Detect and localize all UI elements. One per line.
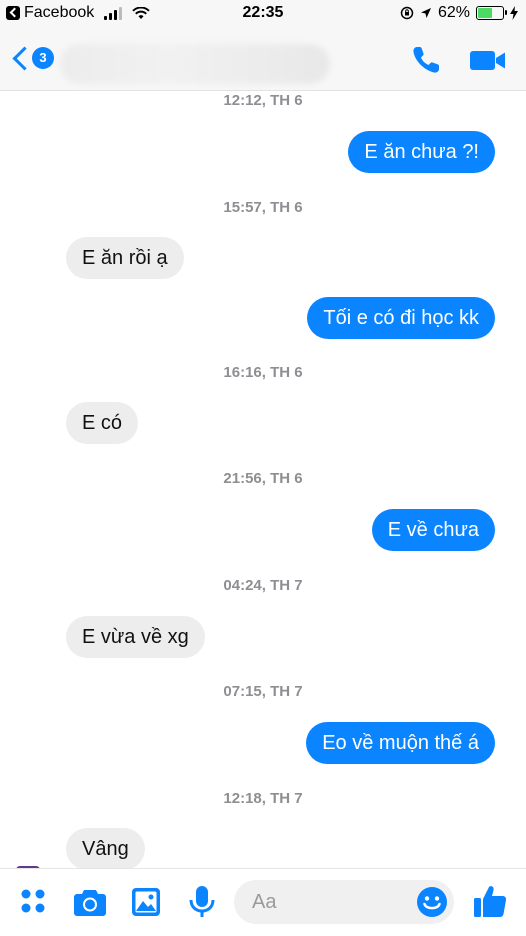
message-thread[interactable]: 12:12, TH 6 E ăn chưa ?! 15:57, TH 6 E ă… <box>0 90 526 868</box>
rotation-lock-icon <box>400 6 414 20</box>
camera-icon[interactable] <box>73 887 107 917</box>
unread-count-badge: 3 <box>32 47 54 69</box>
phone-call-icon[interactable] <box>410 44 442 76</box>
message-timestamp: 07:15, TH 7 <box>223 683 303 700</box>
battery-fill <box>478 8 492 18</box>
back-button[interactable]: 3 <box>10 44 58 76</box>
incoming-message[interactable]: E ăn rồi ạ <box>66 237 184 279</box>
status-bar: Facebook 22:35 62% <box>0 0 526 28</box>
video-call-icon[interactable] <box>468 44 508 76</box>
outgoing-message[interactable]: E ăn chưa ?! <box>348 131 495 173</box>
thumbs-up-like-icon[interactable] <box>472 883 508 919</box>
message-timestamp: 21:56, TH 6 <box>223 470 303 487</box>
message-input-placeholder: Aa <box>252 891 277 913</box>
message-timestamp: 12:12, TH 6 <box>223 92 303 109</box>
photo-gallery-icon[interactable] <box>130 886 162 918</box>
outgoing-message[interactable]: Tối e có đi học kk <box>307 297 495 339</box>
status-right: 62% <box>400 4 518 22</box>
emoji-icon[interactable] <box>416 886 448 918</box>
battery-percent: 62% <box>437 4 470 21</box>
contact-name-redacted[interactable] <box>60 44 330 84</box>
message-input[interactable]: Aa <box>234 880 454 924</box>
message-timestamp: 04:24, TH 7 <box>223 577 303 594</box>
microphone-icon[interactable] <box>188 885 216 919</box>
message-timestamp: 16:16, TH 6 <box>223 364 303 381</box>
message-timestamp: 12:18, TH 7 <box>223 790 303 807</box>
outgoing-message[interactable]: E về chưa <box>371 509 495 551</box>
incoming-message[interactable]: E có <box>66 402 139 444</box>
message-timestamp: 15:57, TH 6 <box>223 199 303 216</box>
apps-grid-icon[interactable] <box>20 888 48 916</box>
location-arrow-icon <box>420 8 431 18</box>
incoming-message[interactable]: E vừa về xg <box>66 616 205 658</box>
battery-icon <box>476 6 507 20</box>
conversation-header: 3 <box>0 28 526 91</box>
composer-bar: Aa <box>0 868 526 936</box>
incoming-message[interactable]: Vâng <box>66 828 145 868</box>
outgoing-message[interactable]: Eo về muộn thế á <box>306 722 495 764</box>
charging-bolt-icon <box>510 6 518 20</box>
